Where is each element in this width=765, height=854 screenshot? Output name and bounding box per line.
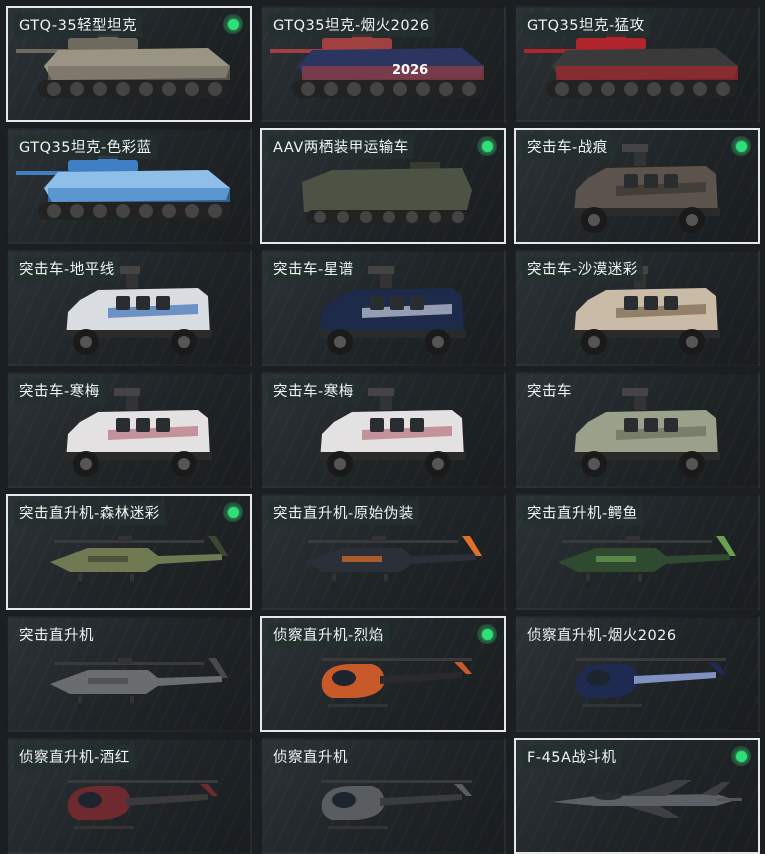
vehicle-skin-title: 突击车-星谱 (268, 257, 359, 281)
equipped-indicator-icon (223, 14, 243, 34)
vehicle-skin-title: 侦察直升机-烟火2026 (527, 628, 677, 644)
equipped-indicator-icon (223, 502, 243, 522)
vehicle-skin-title: 突击直升机-森林迷彩 (14, 501, 165, 525)
vehicle-skin-title: AAV两栖装甲运输车 (268, 135, 414, 159)
vehicle-skin-card[interactable]: 2026 GTQ35坦克-烟火2026 (260, 6, 506, 122)
vehicle-skin-card[interactable]: 突击车-星谱 (260, 250, 506, 366)
vehicle-skin-title: 侦察直升机-烈焰 (268, 623, 389, 647)
vehicle-skin-card[interactable]: 突击直升机 (6, 616, 252, 732)
vehicle-skin-title: GTQ35坦克-猛攻 (522, 13, 650, 37)
vehicle-skin-card[interactable]: 突击直升机-森林迷彩 (6, 494, 252, 610)
svg-text:2026: 2026 (392, 63, 428, 78)
vehicle-skin-card[interactable]: 突击车-地平线 (6, 250, 252, 366)
vehicle-skin-title: GTQ-35轻型坦克 (14, 13, 143, 37)
vehicle-skin-title: 侦察直升机 (273, 750, 348, 766)
vehicle-skin-title: 突击车-战痕 (522, 135, 613, 159)
vehicle-skin-title: 侦察直升机-酒红 (14, 745, 135, 769)
vehicle-skin-card[interactable]: 突击车-沙漠迷彩 (514, 250, 760, 366)
vehicle-skin-title: 突击直升机 (19, 628, 94, 644)
vehicle-skin-card[interactable]: 突击直升机-鳄鱼 (514, 494, 760, 610)
vehicle-skin-title: 突击车-沙漠迷彩 (522, 257, 643, 281)
equipped-indicator-icon (477, 136, 497, 156)
vehicle-skin-card[interactable]: 突击车-战痕 (514, 128, 760, 244)
vehicle-skin-card[interactable]: F-45A战斗机 (514, 738, 760, 854)
equipped-indicator-icon (731, 136, 751, 156)
vehicle-skin-card[interactable]: 侦察直升机-酒红 (6, 738, 252, 854)
vehicle-skin-card[interactable]: AAV两栖装甲运输车 (260, 128, 506, 244)
vehicle-skin-title: 突击直升机-原始伪装 (268, 501, 419, 525)
vehicle-skin-card[interactable]: 突击直升机-原始伪装 (260, 494, 506, 610)
vehicle-skin-title: 突击车 (527, 384, 572, 400)
vehicle-skin-card[interactable]: 侦察直升机 (260, 738, 506, 854)
vehicle-skin-title: 突击直升机-鳄鱼 (522, 501, 643, 525)
vehicle-skin-title: GTQ35坦克-烟火2026 (268, 13, 435, 37)
vehicle-skin-title: 突击车-寒梅 (268, 379, 359, 403)
vehicle-skin-card[interactable]: 突击车-寒梅 (260, 372, 506, 488)
vehicle-skin-card[interactable]: GTQ-35轻型坦克 (6, 6, 252, 122)
vehicle-skin-card[interactable]: 突击车-寒梅 (6, 372, 252, 488)
vehicle-skin-card[interactable]: 突击车 (514, 372, 760, 488)
vehicle-skin-title: 突击车-地平线 (14, 257, 120, 281)
vehicle-skin-card[interactable]: GTQ35坦克-猛攻 (514, 6, 760, 122)
equipped-indicator-icon (731, 746, 751, 766)
vehicle-skin-title: GTQ35坦克-色彩蓝 (14, 135, 157, 159)
vehicle-skin-card[interactable]: 侦察直升机-烈焰 (260, 616, 506, 732)
equipped-indicator-icon (477, 624, 497, 644)
vehicle-skin-card[interactable]: 侦察直升机-烟火2026 (514, 616, 760, 732)
vehicle-skin-title: 突击车-寒梅 (14, 379, 105, 403)
vehicle-skin-card[interactable]: GTQ35坦克-色彩蓝 (6, 128, 252, 244)
vehicle-skin-grid: GTQ-35轻型坦克 2026 GTQ35坦克-烟火2026 GTQ35坦克-猛… (6, 6, 760, 854)
vehicle-skin-title: F-45A战斗机 (522, 745, 622, 769)
